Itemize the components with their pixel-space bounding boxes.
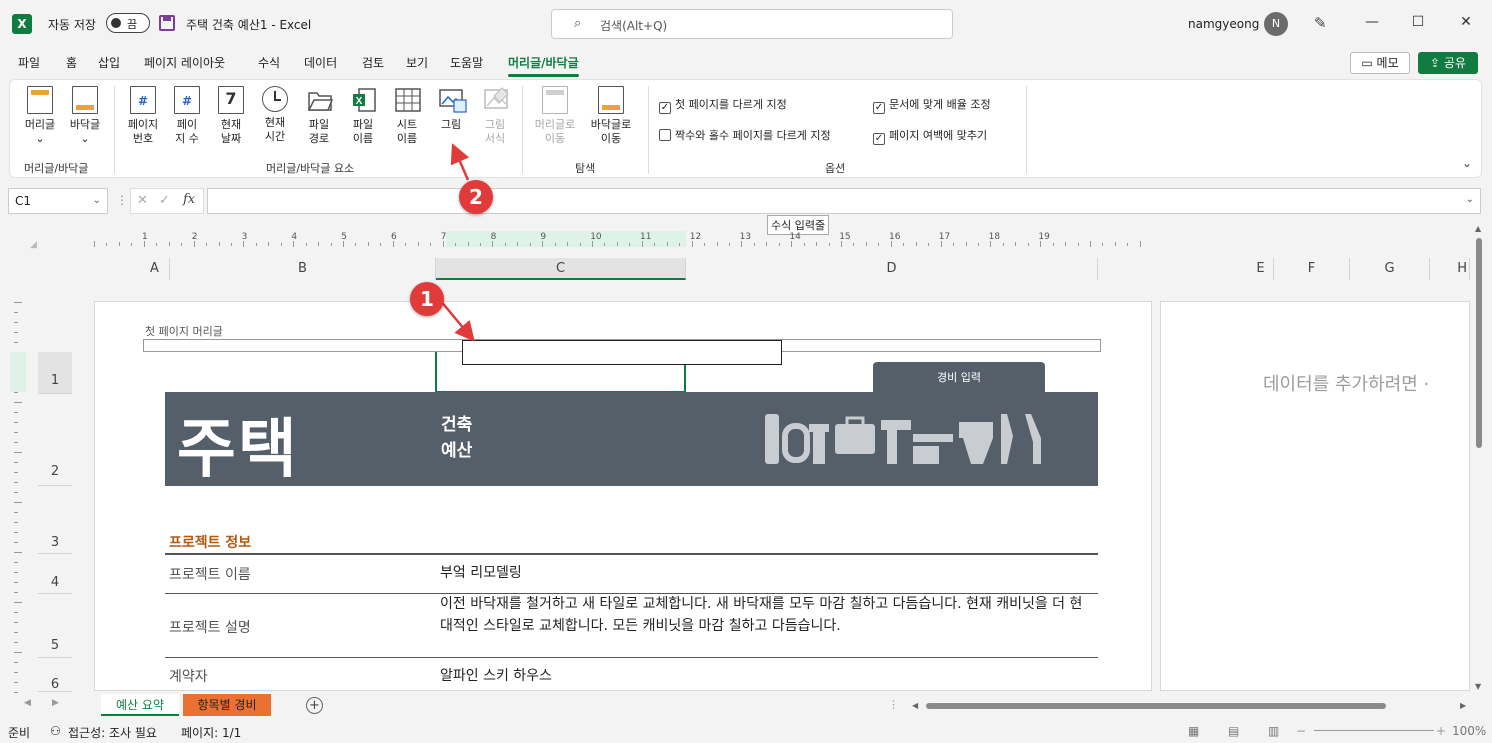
arrow-to-header-input: [439, 299, 475, 342]
annotation-badge-1: 1: [410, 282, 444, 316]
arrow-to-picture-button: [450, 143, 470, 181]
annotation-arrows: [439, 143, 475, 342]
annotation-badge-2: 2: [459, 180, 493, 214]
